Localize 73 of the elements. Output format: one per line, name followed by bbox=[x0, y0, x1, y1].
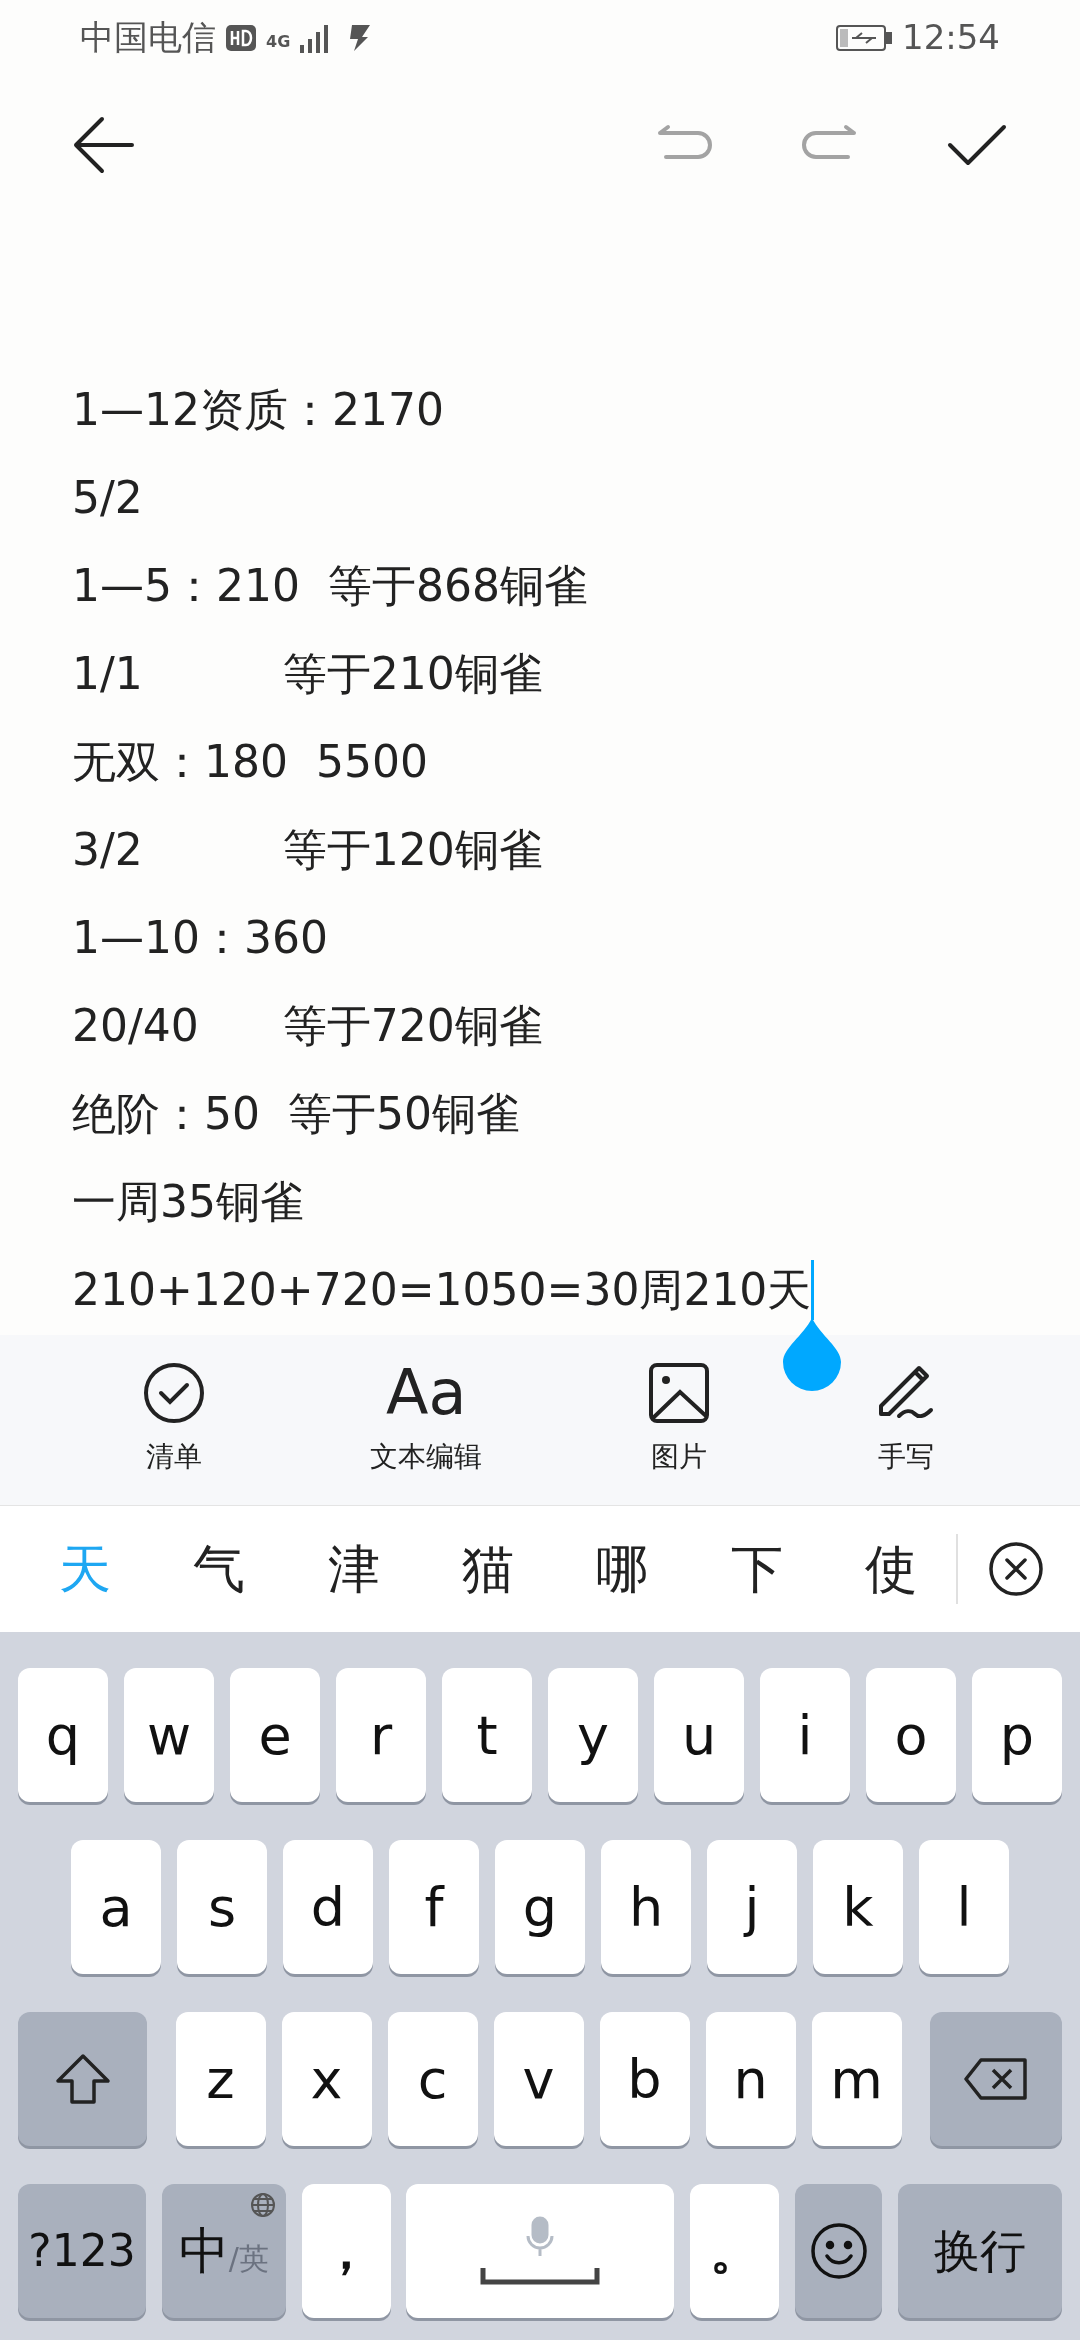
note-tool-button[interactable]: Aa 文本编辑 bbox=[370, 1362, 483, 1478]
punctuation-key[interactable]: ， bbox=[301, 2184, 391, 2318]
image-icon bbox=[647, 1362, 710, 1424]
bolt-icon bbox=[348, 22, 373, 53]
note-text-line: 1/1 等于210铜雀 bbox=[72, 647, 543, 701]
letter-key[interactable]: u bbox=[654, 1668, 744, 1802]
letter-key[interactable]: w bbox=[124, 1668, 214, 1802]
note-text-line: 1—12资质：2170 bbox=[72, 383, 444, 437]
candidate-word[interactable]: 气 bbox=[184, 1530, 255, 1608]
letter-key[interactable]: h bbox=[601, 1840, 691, 1974]
candidate-word[interactable]: 猫 bbox=[453, 1530, 523, 1608]
note-tool-button[interactable]: 手写 bbox=[875, 1362, 938, 1478]
note-text-line: 3/2 等于120铜雀 bbox=[72, 823, 543, 877]
globe-icon bbox=[249, 2192, 276, 2218]
letter-key[interactable]: k bbox=[813, 1840, 903, 1974]
letter-key[interactable]: m bbox=[811, 2012, 902, 2146]
letter-key[interactable]: i bbox=[760, 1668, 850, 1802]
backspace-icon bbox=[963, 2057, 1029, 2101]
language-key[interactable]: 中/英 bbox=[161, 2184, 286, 2318]
clock-time: 12:54 bbox=[902, 16, 1000, 59]
text-format-icon: Aa bbox=[386, 1362, 467, 1424]
note-text-line: 1—10：360 bbox=[72, 911, 328, 965]
carrier-name: 中国电信 bbox=[80, 16, 216, 59]
checkmark-circle-icon bbox=[142, 1362, 205, 1424]
note-text-line: 20/40 等于720铜雀 bbox=[72, 999, 543, 1053]
note-text-line: 210+120+720=1050=30周210天 bbox=[72, 1263, 812, 1317]
letter-key[interactable]: v bbox=[493, 2012, 584, 2146]
note-text-line: 5/2 bbox=[72, 471, 143, 525]
note-text-line: 1—5：210 等于868铜雀 bbox=[72, 559, 588, 613]
letter-key[interactable]: e bbox=[230, 1668, 320, 1802]
signal-icon bbox=[300, 22, 331, 53]
letter-key[interactable]: j bbox=[707, 1840, 797, 1974]
battery-charging-icon bbox=[836, 23, 892, 52]
letter-key[interactable]: a bbox=[71, 1840, 161, 1974]
space-bar-icon bbox=[480, 2266, 601, 2286]
symbols-key[interactable]: ?123 bbox=[18, 2184, 146, 2318]
smiley-icon bbox=[809, 2222, 868, 2280]
enter-key[interactable]: 换行 bbox=[897, 2184, 1062, 2318]
letter-key[interactable]: z bbox=[175, 2012, 266, 2146]
shift-key[interactable] bbox=[18, 2012, 147, 2146]
candidate-word[interactable]: 使 bbox=[855, 1530, 926, 1608]
letter-key[interactable]: t bbox=[442, 1668, 532, 1802]
letter-key[interactable]: c bbox=[387, 2012, 478, 2146]
letter-key[interactable]: s bbox=[177, 1840, 267, 1974]
punctuation-key[interactable]: 。 bbox=[690, 2184, 780, 2318]
network-type: 4G bbox=[266, 34, 291, 50]
letter-key[interactable]: r bbox=[336, 1668, 426, 1802]
note-text-line: 绝阶：50 等于50铜雀 bbox=[72, 1087, 520, 1141]
shift-arrow-icon bbox=[54, 2053, 111, 2105]
close-circle-icon[interactable] bbox=[988, 1541, 1044, 1597]
letter-key[interactable]: y bbox=[548, 1668, 638, 1802]
letter-key[interactable]: f bbox=[389, 1840, 479, 1974]
text-cursor-handle[interactable] bbox=[781, 1318, 844, 1392]
letter-key[interactable]: o bbox=[866, 1668, 956, 1802]
backspace-key[interactable] bbox=[930, 2012, 1062, 2146]
hd-icon bbox=[226, 24, 256, 51]
note-tool-button[interactable]: 图片 bbox=[647, 1362, 710, 1478]
note-tool-button[interactable]: 清单 bbox=[142, 1362, 205, 1478]
letter-key[interactable]: p bbox=[972, 1668, 1062, 1802]
letter-key[interactable]: q bbox=[18, 1668, 108, 1802]
letter-key[interactable]: d bbox=[283, 1840, 373, 1974]
candidate-word[interactable]: 津 bbox=[318, 1530, 389, 1608]
space-key[interactable] bbox=[406, 2184, 675, 2318]
candidate-word[interactable]: 下 bbox=[721, 1530, 792, 1608]
letter-key[interactable]: x bbox=[281, 2012, 372, 2146]
letter-key[interactable]: n bbox=[705, 2012, 796, 2146]
note-text-line: 一周35铜雀 bbox=[72, 1175, 304, 1229]
emoji-key[interactable] bbox=[795, 2184, 883, 2318]
letter-key[interactable]: l bbox=[919, 1840, 1009, 1974]
letter-key[interactable]: g bbox=[495, 1840, 585, 1974]
note-text-line: 无双：180 5500 bbox=[72, 735, 428, 789]
candidate-word[interactable]: 哪 bbox=[587, 1530, 658, 1608]
letter-key[interactable]: b bbox=[599, 2012, 690, 2146]
